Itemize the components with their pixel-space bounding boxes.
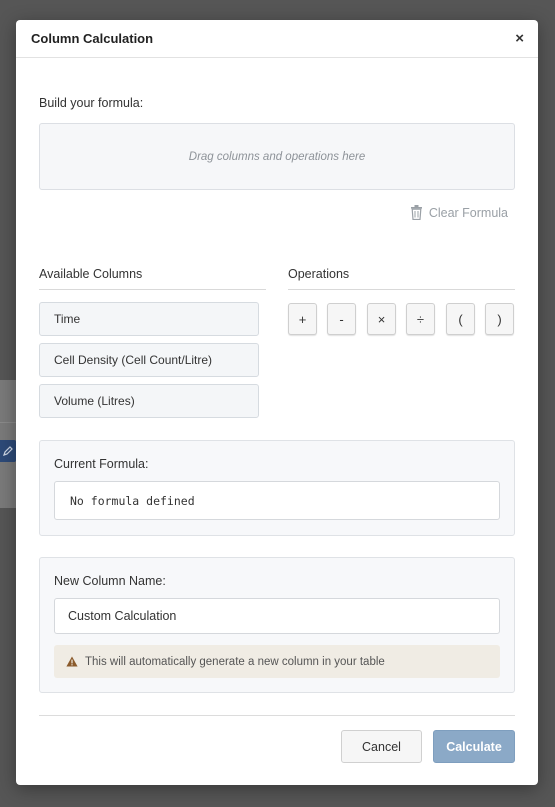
cancel-button[interactable]: Cancel: [341, 730, 422, 763]
column-item-label: Time: [54, 312, 81, 326]
column-calculation-dialog: Column Calculation × Build your formula:…: [16, 20, 538, 785]
operation-multiply-button[interactable]: ×: [367, 303, 396, 335]
drop-zone-placeholder: Drag columns and operations here: [188, 150, 366, 163]
edit-icon: [3, 446, 13, 456]
column-item-label: Volume (Litres): [54, 394, 135, 408]
formula-builder-label: Build your formula:: [39, 96, 144, 110]
trash-icon: [410, 205, 422, 220]
column-item-label: Cell Density (Cell Count/Litre): [54, 353, 213, 367]
current-formula-label: Current Formula:: [54, 457, 149, 471]
close-icon[interactable]: ×: [515, 31, 524, 46]
dialog-title: Column Calculation: [31, 31, 154, 46]
calculate-button[interactable]: Calculate: [433, 730, 515, 763]
new-column-name-label: New Column Name:: [54, 574, 166, 588]
operation-open-paren-button[interactable]: (: [446, 303, 475, 335]
warning-icon: [66, 656, 78, 667]
column-item-volume[interactable]: Volume (Litres): [39, 384, 259, 418]
clear-formula-label: Clear Formula: [428, 205, 508, 220]
background-edit-button: [0, 440, 16, 462]
new-column-name-input[interactable]: [54, 598, 500, 634]
dialog-header: Column Calculation ×: [16, 20, 538, 58]
available-columns-header: Available Columns: [39, 267, 266, 290]
auto-generate-note: This will automatically generate a new c…: [54, 645, 500, 678]
clear-formula-button[interactable]: Clear Formula: [410, 205, 508, 220]
operation-add-button[interactable]: +: [288, 303, 317, 335]
operation-divide-button[interactable]: ÷: [406, 303, 435, 335]
column-item-cell-density[interactable]: Cell Density (Cell Count/Litre): [39, 343, 259, 377]
operations-header: Operations: [288, 267, 515, 290]
auto-generate-note-text: This will automatically generate a new c…: [85, 655, 385, 668]
operation-close-paren-button[interactable]: ): [485, 303, 514, 335]
operation-subtract-button[interactable]: -: [327, 303, 356, 335]
footer-divider: [39, 715, 515, 716]
current-formula-value: No formula defined: [70, 493, 195, 508]
new-column-panel: New Column Name: This will automatically…: [39, 557, 515, 693]
formula-drop-zone[interactable]: Drag columns and operations here: [39, 123, 515, 190]
current-formula-display: No formula defined: [54, 481, 500, 520]
column-item-time[interactable]: Time: [39, 302, 259, 336]
current-formula-panel: Current Formula: No formula defined: [39, 440, 515, 536]
